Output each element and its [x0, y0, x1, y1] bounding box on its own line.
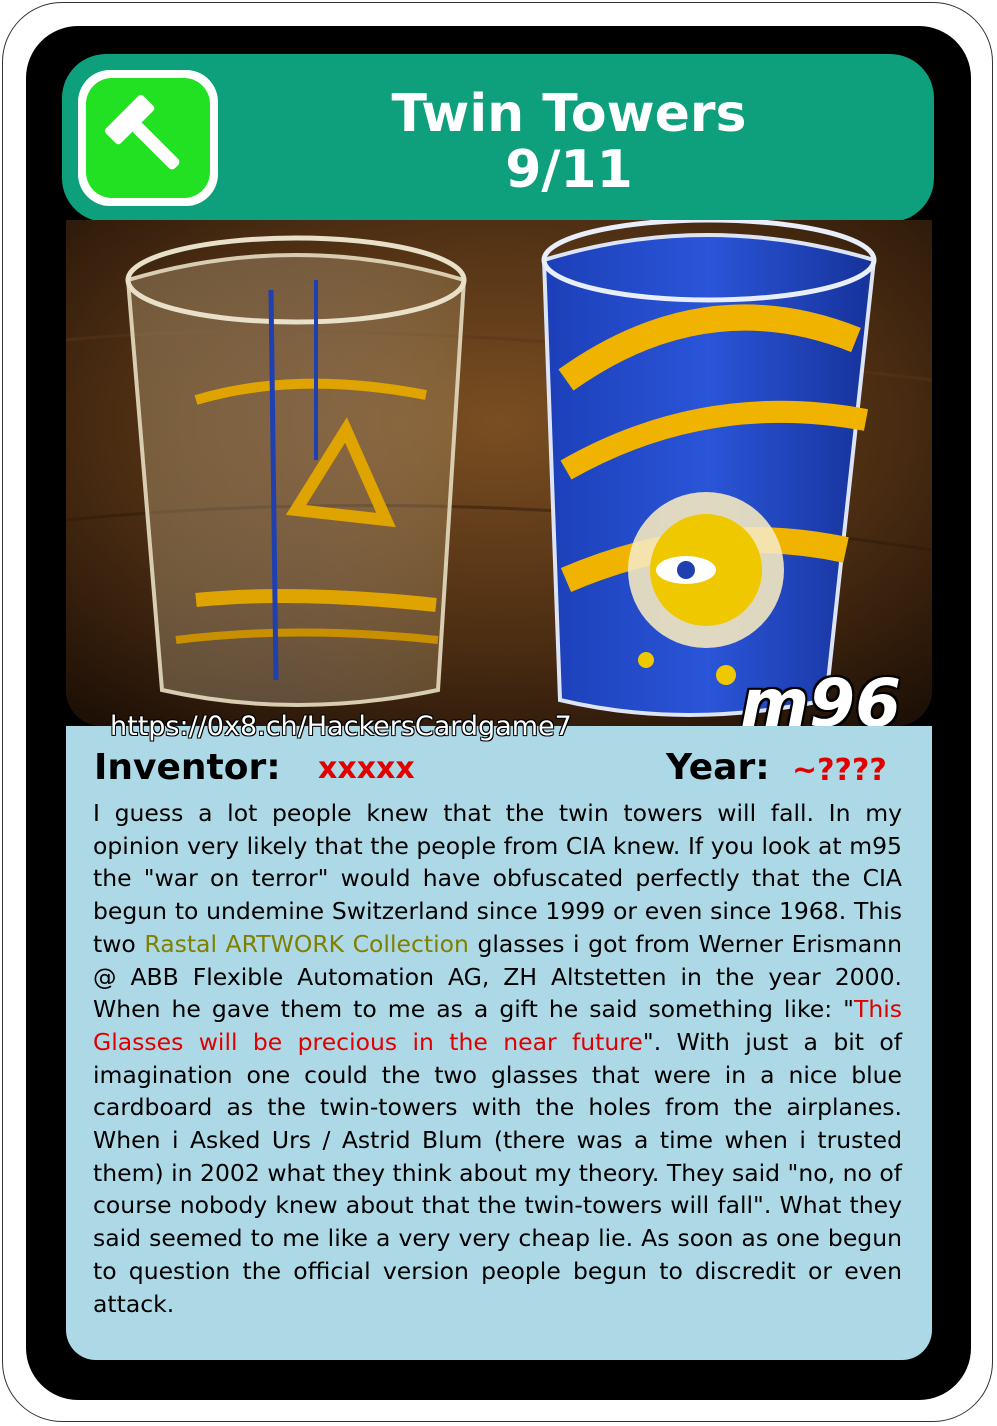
- card-title-line1: Twin Towers: [391, 84, 747, 144]
- description-text-3: ". With just a bit of imagination one co…: [93, 1027, 903, 1318]
- year-value: ~????: [792, 753, 887, 788]
- year-label: Year:: [666, 747, 770, 788]
- inventor-value: xxxxx: [318, 751, 415, 786]
- glasses-photo: [66, 220, 932, 726]
- card-title: Twin Towers 9/11: [262, 86, 876, 198]
- inventor-label: Inventor:: [94, 747, 281, 788]
- card-description: I guess a lot people knew that the twin …: [93, 797, 902, 1320]
- description-highlight-product: Rastal ARTWORK Collection: [144, 929, 469, 958]
- card-title-line2: 9/11: [505, 140, 633, 200]
- hammer-icon: [104, 94, 180, 170]
- category-logo: [78, 70, 218, 206]
- card-photo: [66, 220, 932, 726]
- card-url[interactable]: https://0x8.ch/HackersCardgame7: [110, 710, 572, 744]
